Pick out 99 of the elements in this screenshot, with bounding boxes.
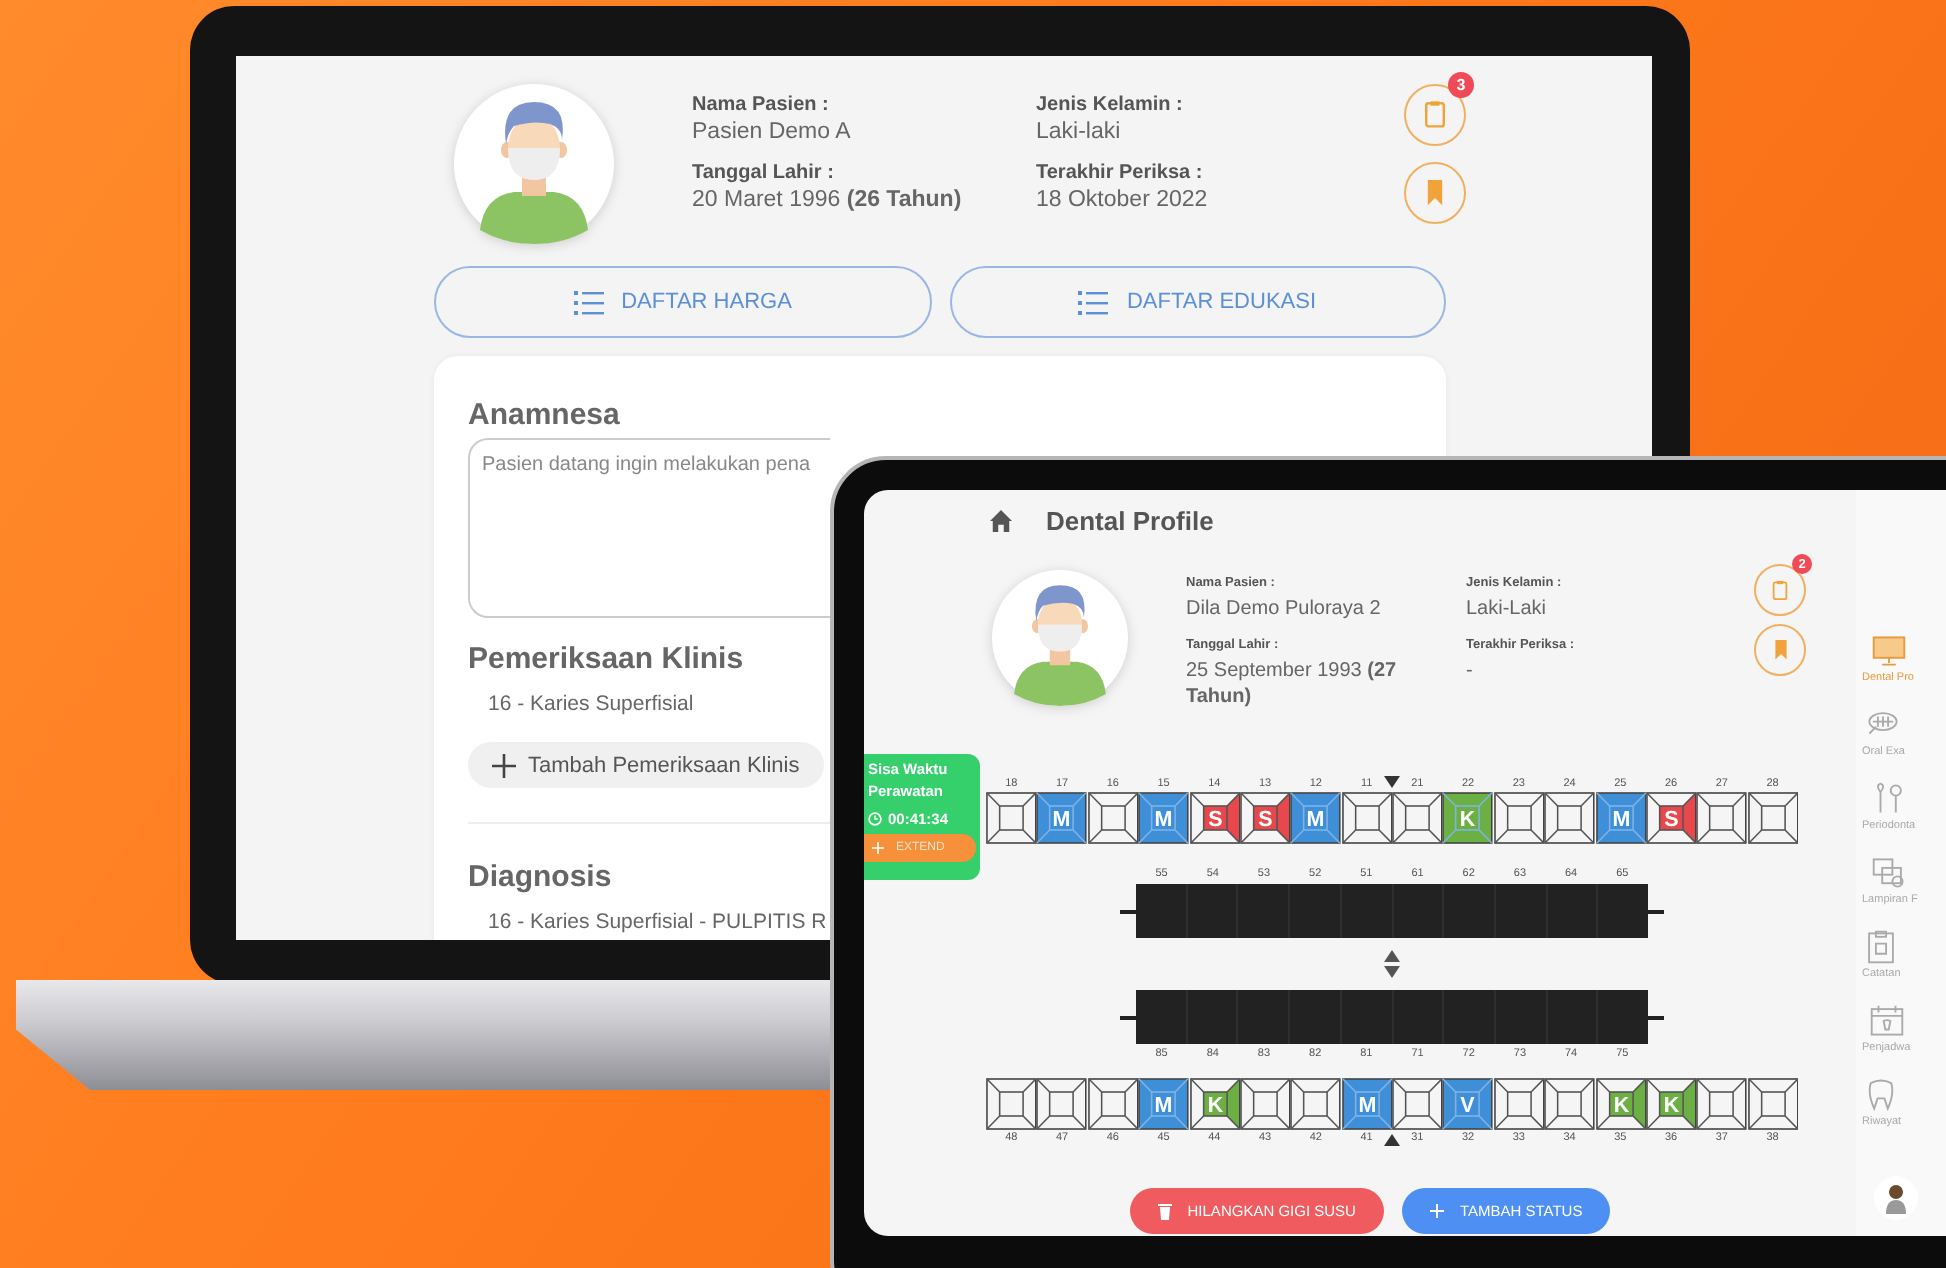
list-item: 16 - Karies Superfisial - PULPITIS R bbox=[488, 910, 827, 934]
milk-tooth-cell[interactable] bbox=[1341, 884, 1392, 938]
tooth-cell[interactable]: S bbox=[1645, 792, 1697, 844]
list-item: 16 - Karies Superfisial bbox=[488, 692, 694, 716]
milk-tooth-cell[interactable] bbox=[1598, 990, 1649, 1044]
home-icon[interactable] bbox=[990, 510, 1012, 532]
tooth-cell[interactable] bbox=[1087, 792, 1139, 844]
bookmark-icon bbox=[1773, 640, 1787, 660]
milk-tooth-cell[interactable] bbox=[1547, 884, 1597, 938]
field-value: Laki-laki bbox=[1036, 120, 1123, 144]
milk-tooth-cell[interactable] bbox=[1136, 884, 1186, 938]
clipboard-icon bbox=[1424, 100, 1446, 130]
triangle-down-icon bbox=[1384, 776, 1400, 788]
list-button[interactable]: DAFTAR HARGA bbox=[434, 266, 931, 338]
tooth-cell[interactable] bbox=[1290, 1078, 1342, 1130]
tooth-cell[interactable]: M bbox=[1138, 792, 1189, 844]
field-value: 20 Maret 1996 (26 Tahun) bbox=[692, 188, 964, 212]
triangle-up-icon bbox=[1384, 1134, 1400, 1146]
field-value: 25 September 1993 (27 Tahun) bbox=[1186, 658, 1399, 710]
tooth-cell[interactable] bbox=[1747, 792, 1798, 844]
milk-tooth-cell[interactable] bbox=[1341, 990, 1392, 1044]
tooth-cell[interactable]: K bbox=[1645, 1078, 1697, 1130]
tooth-cell[interactable] bbox=[1392, 1078, 1443, 1130]
tooth-cell[interactable]: M bbox=[1036, 792, 1088, 844]
section-title: Anamnesa bbox=[468, 398, 620, 432]
tooth-cell[interactable] bbox=[1747, 1078, 1798, 1130]
calendar-icon bbox=[1869, 1004, 1904, 1038]
tooth-cell[interactable] bbox=[1392, 792, 1443, 844]
milk-tooth-cell[interactable] bbox=[1495, 884, 1546, 938]
field-label: Nama Pasien : bbox=[692, 94, 831, 116]
milk-tooth-cell[interactable] bbox=[1547, 990, 1597, 1044]
tooth-cell[interactable] bbox=[1341, 792, 1392, 844]
tooth-cell[interactable]: K bbox=[1189, 1078, 1240, 1130]
milk-tooth-cell[interactable] bbox=[1238, 884, 1289, 938]
milk-tooth-cell[interactable] bbox=[1393, 884, 1443, 938]
tooth-cell[interactable] bbox=[1696, 792, 1748, 844]
tooth-cell[interactable]: S bbox=[1189, 792, 1240, 844]
clipboard-icon bbox=[1864, 930, 1899, 964]
tooth-cell[interactable] bbox=[1493, 792, 1545, 844]
tooth-cell[interactable] bbox=[986, 792, 1037, 844]
tooth-icon bbox=[1864, 1078, 1899, 1112]
tooth-cell[interactable] bbox=[986, 1078, 1037, 1130]
tooth-cell[interactable]: M bbox=[1341, 1078, 1392, 1130]
notification-badge: 3 bbox=[1448, 72, 1474, 98]
field-label: Terakhir Periksa : bbox=[1036, 162, 1205, 184]
field-value: Pasien Demo A bbox=[692, 120, 853, 144]
tooth-cell[interactable]: M bbox=[1595, 792, 1646, 844]
plus-icon bbox=[1429, 1204, 1444, 1218]
section-title: Pemeriksaan Klinis bbox=[468, 642, 744, 676]
tooth-cell[interactable] bbox=[1544, 1078, 1595, 1130]
plus-icon bbox=[492, 753, 516, 777]
bookmark-button[interactable] bbox=[1754, 624, 1806, 676]
trash-icon bbox=[1157, 1202, 1172, 1220]
milk-tooth-cell[interactable] bbox=[1444, 884, 1494, 938]
clock-icon bbox=[868, 811, 882, 826]
tooth-cell[interactable] bbox=[1036, 1078, 1088, 1130]
images-icon bbox=[1872, 856, 1907, 890]
milk-tooth-cell[interactable] bbox=[1187, 884, 1237, 938]
milk-tooth-cell[interactable] bbox=[1393, 990, 1443, 1044]
clipboard-icon bbox=[1772, 579, 1788, 601]
section-title: Diagnosis bbox=[468, 860, 612, 894]
field-value: 18 Oktober 2022 bbox=[1036, 188, 1210, 212]
milk-tooth-cell[interactable] bbox=[1598, 884, 1649, 938]
user-avatar-icon[interactable] bbox=[1874, 1176, 1918, 1220]
field-label: Tanggal Lahir : bbox=[692, 162, 836, 184]
tooth-cell[interactable]: K bbox=[1595, 1078, 1646, 1130]
milk-tooth-cell[interactable] bbox=[1238, 990, 1289, 1044]
tooth-cell[interactable] bbox=[1544, 792, 1595, 844]
tooth-cell[interactable] bbox=[1087, 1078, 1139, 1130]
bookmark-button[interactable] bbox=[1404, 162, 1466, 224]
list-icon bbox=[1078, 289, 1109, 315]
tooth-cell[interactable]: S bbox=[1239, 792, 1291, 844]
milk-tooth-cell[interactable] bbox=[1187, 990, 1237, 1044]
up-down-arrows-icon[interactable] bbox=[1384, 950, 1400, 978]
avatar-drawing bbox=[992, 570, 1128, 706]
tooth-cell[interactable] bbox=[1239, 1078, 1291, 1130]
monitor-icon bbox=[1871, 634, 1905, 668]
milk-tooth-cell[interactable] bbox=[1290, 990, 1340, 1044]
bookmark-icon bbox=[1426, 180, 1444, 206]
milk-tooth-cell[interactable] bbox=[1136, 990, 1186, 1044]
milk-tooth-cell[interactable] bbox=[1290, 884, 1340, 938]
tooth-cell[interactable] bbox=[1696, 1078, 1748, 1130]
tooth-cell[interactable]: K bbox=[1442, 792, 1494, 844]
field-label: Jenis Kelamin : bbox=[1036, 94, 1185, 116]
tooth-cell[interactable] bbox=[1493, 1078, 1545, 1130]
dental-tools-icon bbox=[1871, 782, 1906, 816]
tooth-cell[interactable]: M bbox=[1138, 1078, 1189, 1130]
milk-tooth-cell[interactable] bbox=[1495, 990, 1546, 1044]
field-value: Dila Demo Puloraya 2 bbox=[1186, 596, 1383, 622]
field-value: Laki-Laki bbox=[1466, 596, 1549, 622]
page-title: Dental Profile bbox=[1046, 506, 1214, 536]
tooth-cell[interactable]: V bbox=[1442, 1078, 1494, 1130]
add-button[interactable]: Tambah Pemeriksaan Klinis bbox=[468, 742, 824, 788]
milk-tooth-cell[interactable] bbox=[1444, 990, 1494, 1044]
plus-icon bbox=[872, 841, 884, 854]
tooth-cell[interactable]: M bbox=[1290, 792, 1342, 844]
field-value: - bbox=[1466, 658, 1475, 684]
list-icon bbox=[573, 289, 604, 315]
list-button[interactable]: DAFTAR EDUKASI bbox=[949, 266, 1446, 338]
